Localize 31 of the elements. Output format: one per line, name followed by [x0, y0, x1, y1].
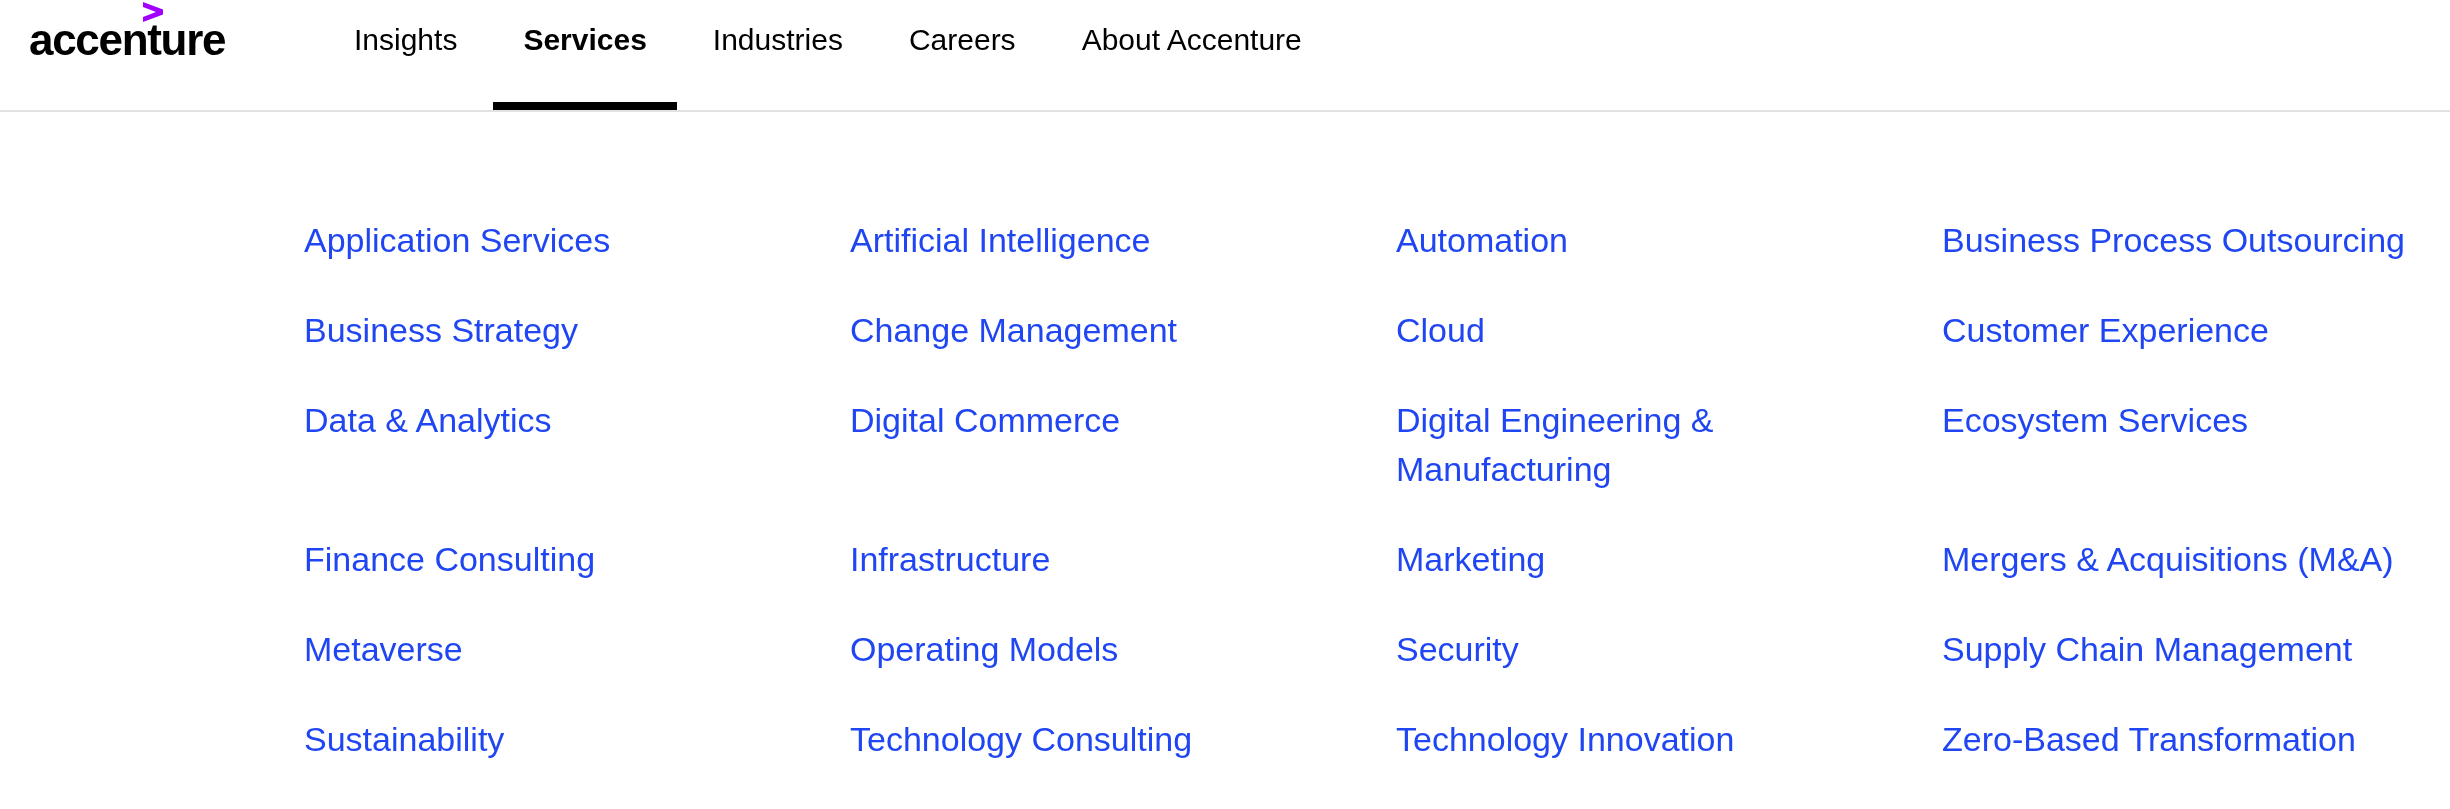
chevron-icon — [143, 2, 163, 22]
service-link[interactable]: Technology Innovation — [1396, 715, 1735, 764]
service-link[interactable]: Operating Models — [850, 625, 1119, 674]
nav-tab[interactable]: About Accenture — [1051, 0, 1332, 110]
nav-tab[interactable]: Careers — [878, 0, 1046, 110]
service-link[interactable]: Ecosystem Services — [1942, 396, 2249, 445]
logo-link[interactable]: accenture — [29, 0, 225, 62]
service-link[interactable]: Cloud — [1396, 306, 1485, 355]
service-link[interactable]: Mergers & Acquisitions (M&A) — [1942, 535, 2394, 584]
service-link[interactable]: Security — [1396, 625, 1519, 674]
nav-tab[interactable]: Insights — [324, 0, 488, 110]
service-link[interactable]: Infrastructure — [850, 535, 1051, 584]
service-link[interactable]: Artificial Intelligence — [850, 216, 1151, 265]
service-link[interactable]: Business Strategy — [304, 306, 579, 355]
service-link[interactable]: Change Management — [850, 306, 1177, 355]
service-link[interactable]: Marketing — [1396, 535, 1546, 584]
service-link[interactable]: Application Services — [304, 216, 611, 265]
service-link[interactable]: Automation — [1396, 216, 1568, 265]
service-link[interactable]: Digital Engineering & Manufacturing — [1396, 396, 1891, 494]
service-link[interactable]: Data & Analytics — [304, 396, 552, 445]
service-link[interactable]: Finance Consulting — [304, 535, 596, 584]
service-link[interactable]: Sustainability — [304, 715, 505, 764]
service-link[interactable]: Zero-Based Transformation — [1942, 715, 2356, 764]
nav-tab[interactable]: Services — [493, 0, 677, 110]
service-link[interactable]: Technology Consulting — [850, 715, 1193, 764]
nav-tab[interactable]: Industries — [682, 0, 873, 110]
service-link[interactable]: Supply Chain Management — [1942, 625, 2353, 674]
service-link[interactable]: Digital Commerce — [850, 396, 1121, 445]
service-link[interactable]: Customer Experience — [1942, 306, 2269, 355]
service-link[interactable]: Metaverse — [304, 625, 463, 674]
service-link[interactable]: Business Process Outsourcing — [1942, 216, 2405, 265]
